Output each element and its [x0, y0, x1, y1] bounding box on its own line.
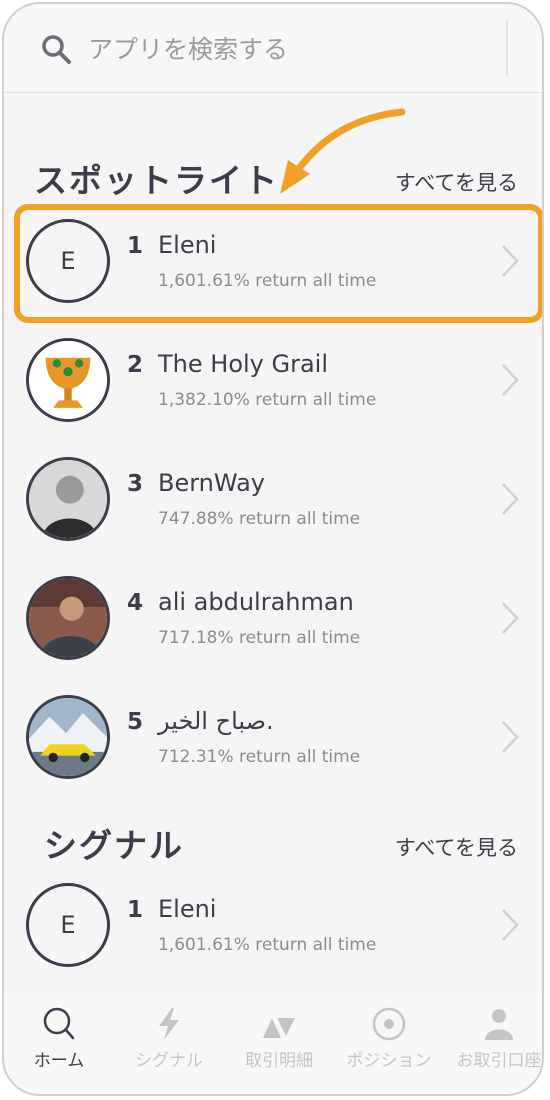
phone-frame: スポットライト すべてを見る E 1 Eleni 1,601.61% retur… [2, 2, 544, 1096]
rank-number: 2 [127, 352, 144, 378]
tab-positions[interactable]: ポジション [334, 994, 444, 1094]
highlight-annotation [14, 204, 542, 323]
avatar [26, 695, 110, 779]
avatar [26, 576, 110, 660]
tab-label: お取引口座 [456, 1051, 542, 1071]
spotlight-row-2[interactable]: 2 The Holy Grail 1,382.10% return all ti… [4, 326, 542, 438]
rank-number: 4 [127, 590, 144, 616]
rank-number: 5 [127, 709, 144, 735]
search-input[interactable] [86, 28, 490, 70]
search-icon [42, 35, 71, 64]
grail-icon [29, 341, 107, 419]
rank-number: 3 [127, 471, 144, 497]
avatar-initial: E [60, 911, 76, 939]
chevron-right-icon [502, 909, 519, 941]
search-bar [4, 4, 542, 93]
chevron-right-icon [502, 364, 519, 396]
profile-photo-icon [29, 579, 107, 657]
trader-name: BernWay [158, 469, 265, 497]
triangles-icon [263, 1018, 295, 1038]
signals-row-1[interactable]: E 1 Eleni 1,601.61% return all time [4, 871, 542, 983]
search-icon [43, 1007, 75, 1040]
return-text: 717.18% return all time [158, 628, 361, 648]
person-icon [485, 1009, 513, 1040]
chevron-right-icon [502, 483, 519, 515]
spotlight-row-4[interactable]: 4 ali abdulrahman 717.18% return all tim… [4, 564, 542, 676]
avatar: E [26, 883, 110, 967]
trader-name: صباح الخير. [158, 707, 274, 735]
chevron-right-icon [502, 721, 519, 753]
spotlight-row-3[interactable]: 3 BernWay 747.88% return all time [4, 445, 542, 557]
signals-see-all-link[interactable]: すべてを見る [395, 832, 518, 862]
trader-name: ali abdulrahman [158, 588, 354, 616]
annotation-arrow-icon [280, 108, 406, 194]
avatar [26, 457, 110, 541]
return-text: 712.31% return all time [158, 747, 361, 767]
search-divider [506, 20, 508, 76]
tab-home[interactable]: ホーム [4, 994, 114, 1094]
return-text: 1,601.61% return all time [158, 935, 377, 955]
spotlight-see-all-link[interactable]: すべてを見る [395, 167, 518, 197]
trader-name: The Holy Grail [158, 350, 329, 378]
tab-trade-history[interactable]: 取引明細 [224, 994, 334, 1094]
tab-account[interactable]: お取引口座 [444, 994, 542, 1094]
tab-signals[interactable]: シグナル [114, 994, 224, 1094]
bottom-tab-bar: ホーム シグナル 取引明細 ポジション お取引口座 [4, 994, 542, 1094]
avatar [26, 338, 110, 422]
spotlight-row-5[interactable]: 5 صباح الخير. 712.31% return all time [4, 683, 542, 795]
lightning-icon [159, 1008, 179, 1040]
rank-number: 1 [127, 897, 144, 923]
profile-photo-icon [29, 460, 107, 538]
return-text: 1,382.10% return all time [158, 390, 377, 410]
return-text: 747.88% return all time [158, 509, 361, 529]
spotlight-title: スポットライト [34, 161, 279, 200]
chevron-right-icon [502, 602, 519, 634]
trader-name: Eleni [158, 895, 217, 923]
signals-title: シグナル [44, 826, 184, 865]
target-icon [372, 1007, 406, 1041]
car-photo-icon [29, 698, 107, 776]
